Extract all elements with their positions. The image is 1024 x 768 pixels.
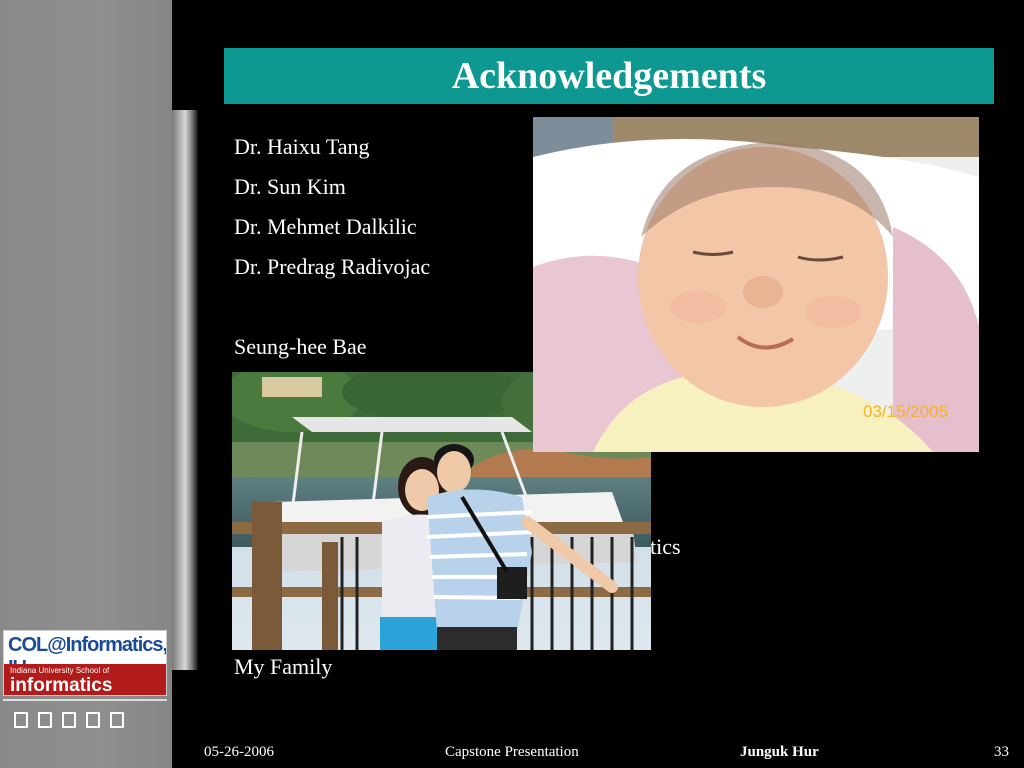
logo-separator <box>3 699 167 701</box>
footer-presentation: Capstone Presentation <box>445 744 579 760</box>
ack-line: Dr. Predrag Radivojac <box>234 254 431 279</box>
placeholder-box-icon <box>38 712 52 728</box>
footer-author: Junguk Hur <box>740 744 819 760</box>
logo-school-text: Indiana University School of <box>10 666 110 675</box>
title-bar: Acknowledgements <box>224 48 994 104</box>
placeholder-box-icon <box>86 712 100 728</box>
logo-informatics-text: informatics <box>10 675 113 696</box>
ack-line-family: My Family <box>234 654 333 679</box>
ack-line: Dr. Mehmet Dalkilic <box>234 214 417 239</box>
placeholder-glyphs <box>14 712 124 728</box>
ack-line: Seung-hee Bae <box>234 334 367 359</box>
placeholder-box-icon <box>62 712 76 728</box>
baby-photo: 03/15/2005 <box>533 117 979 452</box>
ack-line: Dr. Sun Kim <box>234 174 346 199</box>
placeholder-box-icon <box>14 712 28 728</box>
ack-line: Dr. Haixu Tang <box>234 134 370 159</box>
sidebar-glow-strip <box>172 110 198 670</box>
slide-title: Acknowledgements <box>451 55 767 97</box>
footer-date: 05-26-2006 <box>204 744 274 760</box>
informatics-logo: COL@Informatics, IU Indiana University S… <box>3 630 167 696</box>
footer-page-number: 33 <box>994 744 1009 760</box>
baby-photo-date: 03/15/2005 <box>863 402 948 421</box>
placeholder-box-icon <box>110 712 124 728</box>
ack-line-partial: tics <box>650 534 681 559</box>
